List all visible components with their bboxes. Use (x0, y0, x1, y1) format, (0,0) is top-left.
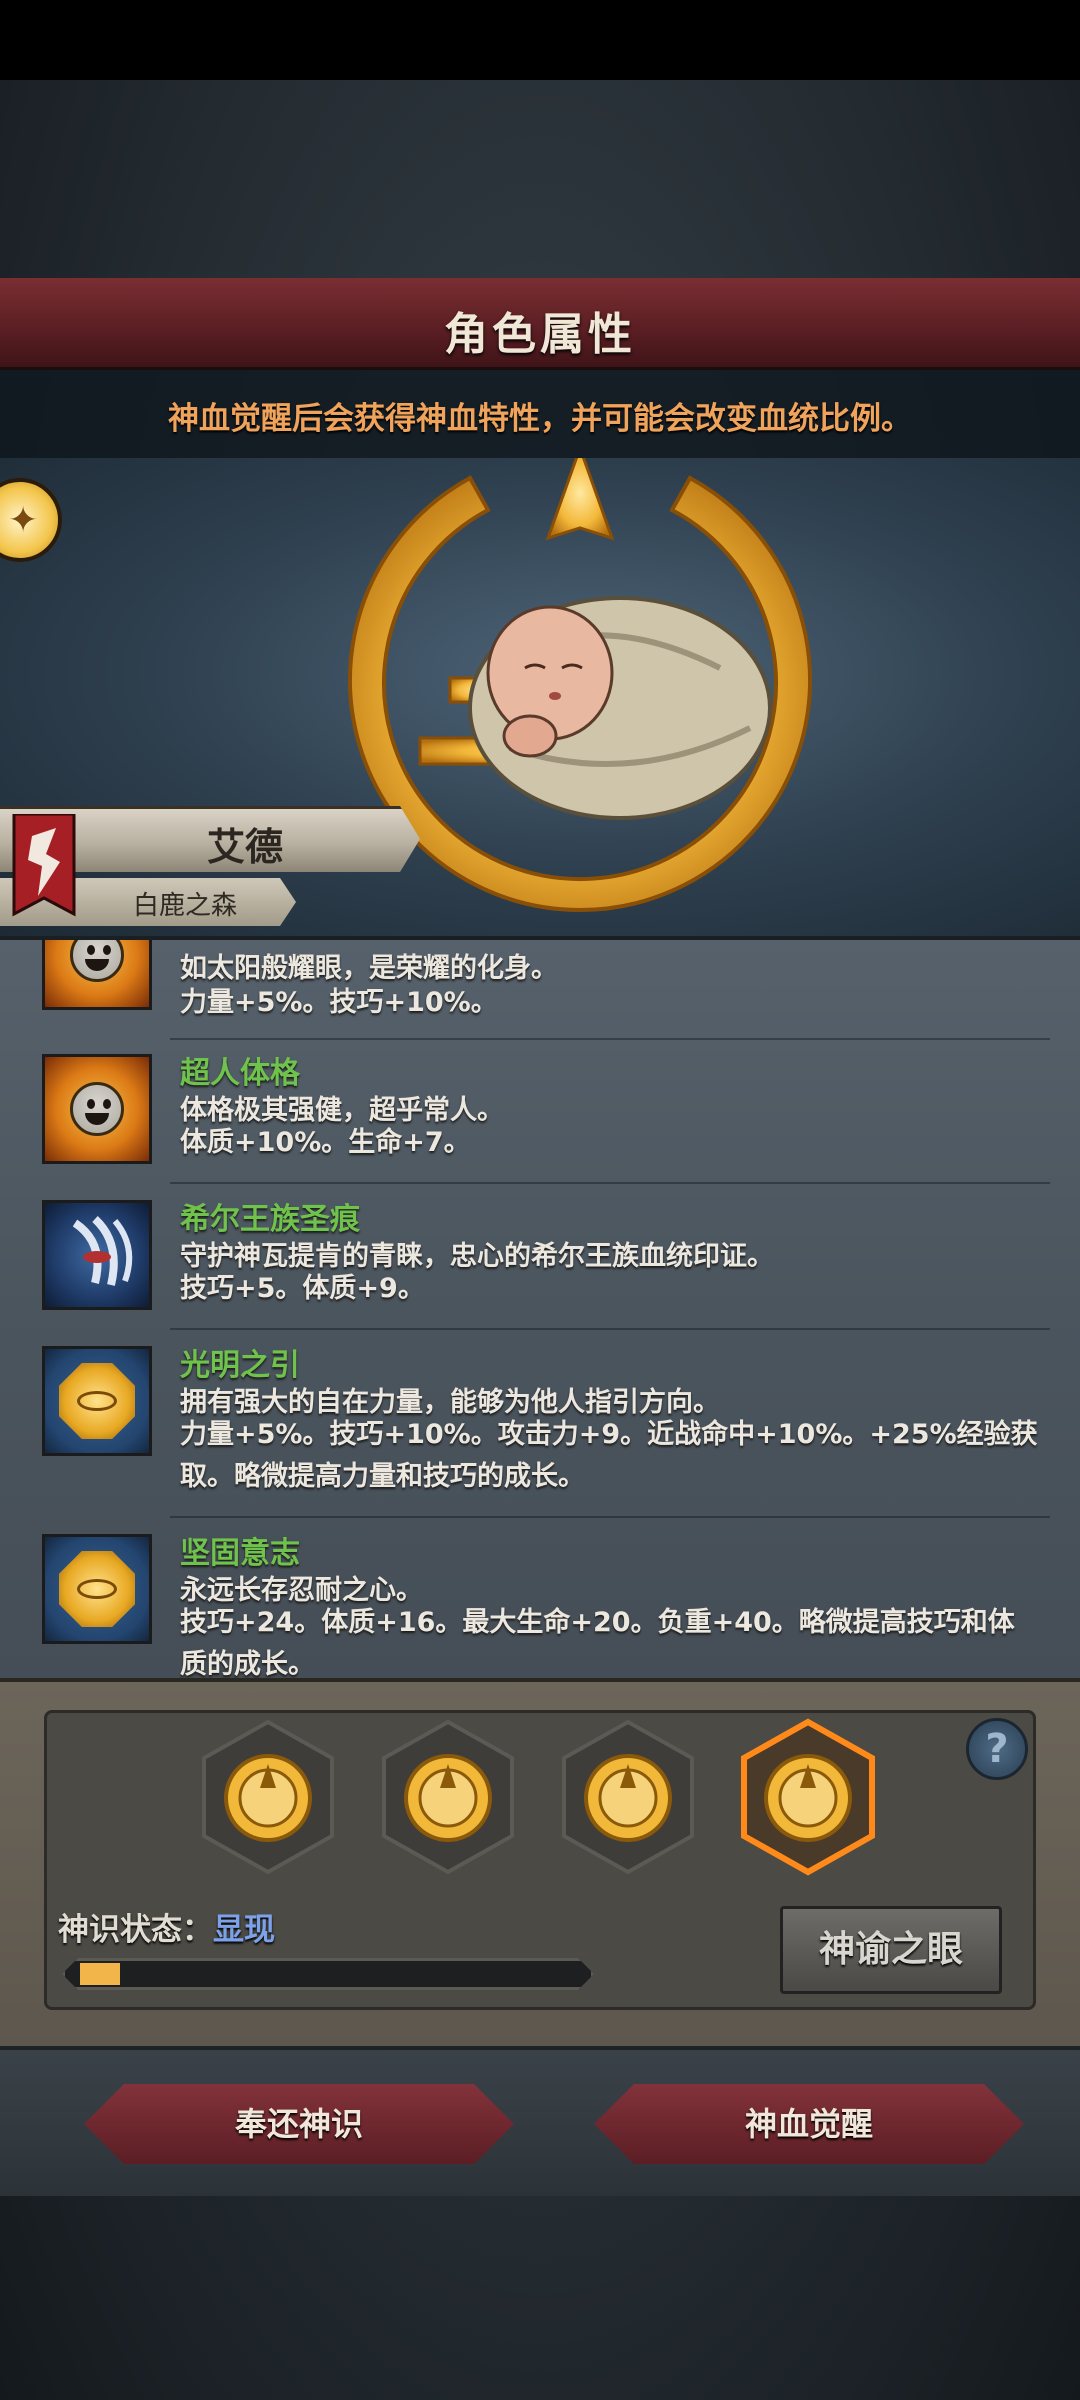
trait-list[interactable]: 如太阳般耀眼，是荣耀的化身。 力量+5%。技巧+10%。 超人体格 体格极其强健… (0, 936, 1080, 1678)
divine-slot-2[interactable] (378, 1718, 518, 1876)
divine-slot-4-selected[interactable] (738, 1718, 878, 1876)
baby-portrait-icon (468, 596, 772, 820)
divine-status: 神识状态：显现 (58, 1904, 275, 1949)
divine-slot-3[interactable] (558, 1718, 698, 1876)
page-subtitle: 神血觉醒后会获得神血特性，并可能会改变血统比例。 (168, 401, 912, 437)
sun-face-icon (42, 1054, 152, 1164)
divine-progress-bar (62, 1958, 594, 1990)
trait-name: 光明之引 (180, 1348, 300, 1383)
trait-description: 如太阳般耀眼，是荣耀的化身。 (180, 953, 558, 984)
trait-stats: 力量+5%。技巧+10%。 (180, 987, 498, 1018)
trait-stats: 力量+5%。技巧+10%。攻击力+9。近战命中+10%。+25%经验获取。略微提… (180, 1419, 1038, 1492)
trait-stats: 技巧+5。体质+9。 (180, 1273, 425, 1304)
claw-mark-icon (42, 1200, 152, 1310)
oracle-eye-button[interactable]: 神谕之眼 (780, 1906, 1002, 1994)
divine-progress-fill (80, 1963, 120, 1985)
status-bar (0, 0, 1080, 80)
trait-name: 希尔王族圣痕 (180, 1202, 360, 1237)
bloodline-awaken-button[interactable]: 神血觉醒 (594, 2084, 1024, 2164)
character-name: 艾德 (206, 825, 283, 869)
golden-eye-icon (42, 1346, 152, 1456)
golden-eye-icon (42, 1534, 152, 1644)
divine-slot-1[interactable] (198, 1718, 338, 1876)
character-homeland: 白鹿之森 (132, 891, 237, 921)
trait-name: 超人体格 (180, 1056, 300, 1091)
return-divine-sense-button[interactable]: 奉还神识 (84, 2084, 514, 2164)
divine-status-label: 神识状态： (58, 1912, 213, 1948)
page-title: 角色属性 (444, 309, 636, 360)
help-button[interactable]: ? (966, 1718, 1028, 1780)
trait-name: 坚固意志 (180, 1536, 300, 1571)
trait-stats: 技巧+24。体质+16。最大生命+20。负重+40。略微提高技巧和体质的成长。 (180, 1607, 1015, 1678)
trait-stats: 体质+10%。生命+7。 (180, 1127, 471, 1158)
divine-status-value: 显现 (213, 1912, 275, 1948)
clan-banner-icon (12, 814, 76, 917)
sun-face-icon (42, 940, 152, 1010)
